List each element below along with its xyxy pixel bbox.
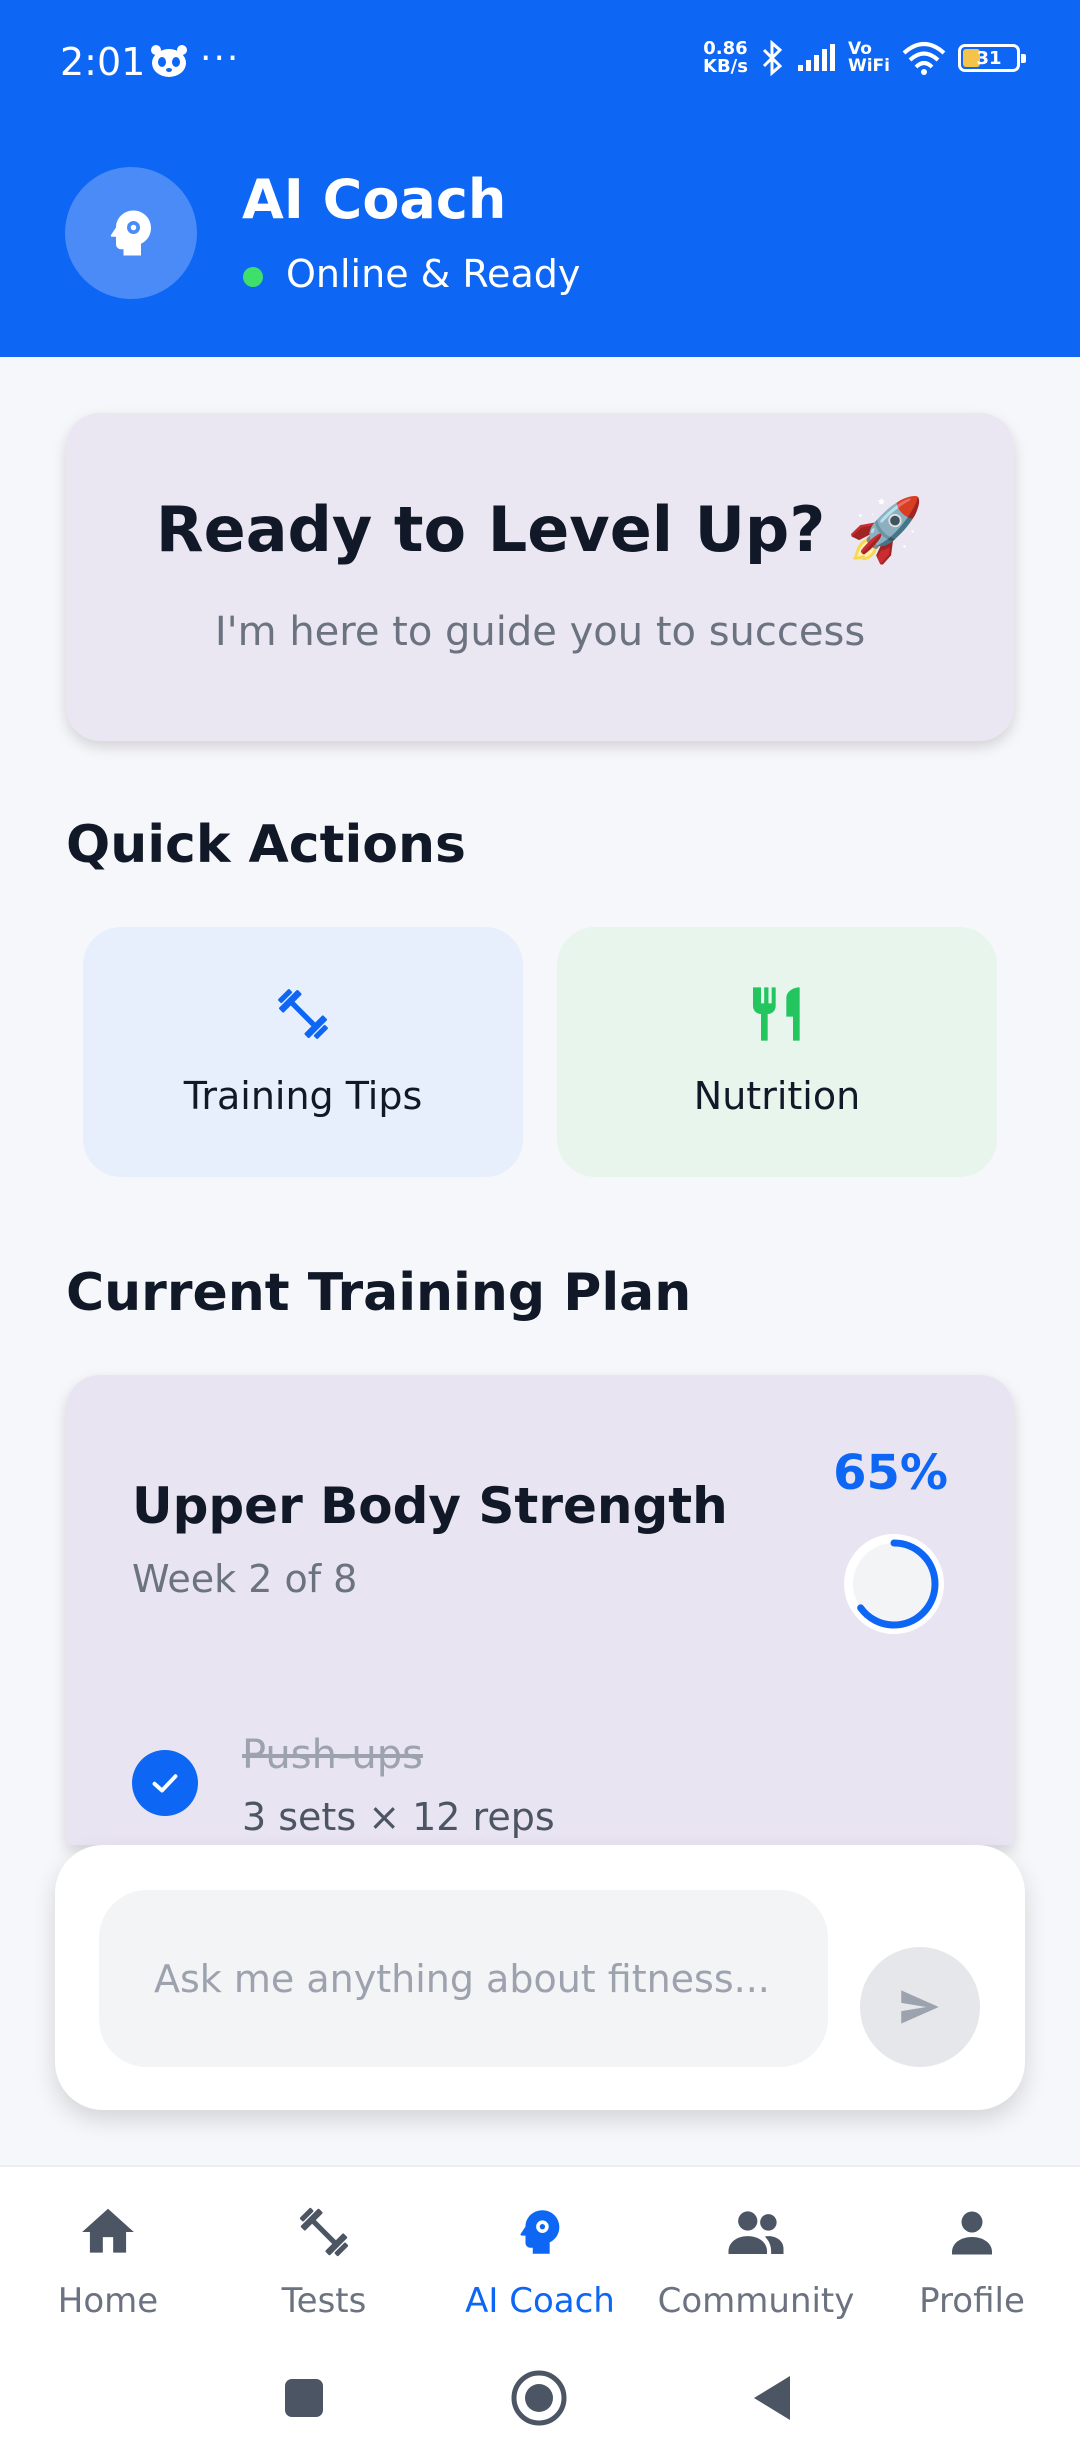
- send-button[interactable]: [860, 1947, 980, 2067]
- nav-home[interactable]: Home: [0, 2197, 216, 2321]
- home-icon: [82, 2208, 134, 2253]
- app-header: 2:01 ··· 0.86 KB/s Vo WiFi 31 AI Coach O…: [0, 0, 1080, 357]
- signal-icon: [797, 44, 835, 71]
- send-icon: [901, 1990, 939, 2024]
- brain-head-icon: [110, 210, 151, 256]
- dumbbell-icon: [299, 2207, 349, 2257]
- exercise-detail: 3 sets × 12 reps: [242, 1795, 555, 1839]
- recent-apps-button[interactable]: [283, 2377, 325, 2419]
- online-status-dot: [243, 267, 263, 287]
- back-button[interactable]: [750, 2373, 794, 2423]
- panda-notification-icon: [151, 45, 187, 77]
- status-more-dots: ···: [200, 38, 241, 79]
- checkmark-icon: [152, 1774, 178, 1793]
- chat-input-bar: [55, 1845, 1025, 2110]
- person-icon: [952, 2211, 992, 2255]
- network-speed: 0.86 KB/s: [703, 38, 748, 77]
- plan-progress-ring: [844, 1534, 944, 1634]
- page-title: AI Coach: [242, 168, 507, 231]
- battery-indicator: 31: [958, 44, 1026, 72]
- exercise-checkbox[interactable]: [132, 1750, 198, 1816]
- chat-input[interactable]: [99, 1890, 828, 2067]
- home-system-button[interactable]: [509, 2368, 569, 2428]
- status-indicators: 0.86 KB/s Vo WiFi 31: [703, 38, 1026, 77]
- vowifi-indicator: Vo WiFi: [847, 39, 890, 76]
- nav-community[interactable]: Community: [648, 2197, 864, 2321]
- dumbbell-icon: [278, 989, 328, 1039]
- wifi-icon: [902, 42, 946, 75]
- status-time: 2:01: [60, 40, 146, 84]
- welcome-title: Ready to Level Up? 🚀: [155, 493, 925, 566]
- plan-name: Upper Body Strength: [132, 1477, 728, 1535]
- nav-ai-coach[interactable]: AI Coach: [432, 2197, 648, 2321]
- nav-tests[interactable]: Tests: [216, 2197, 432, 2321]
- nutrition-label: Nutrition: [693, 1074, 861, 1118]
- online-status-text: Online & Ready: [286, 252, 581, 296]
- people-icon: [728, 2211, 784, 2254]
- quick-actions-title: Quick Actions: [66, 815, 467, 875]
- fork-knife-icon: [753, 987, 800, 1041]
- bluetooth-icon: [762, 40, 783, 76]
- welcome-subtitle: I'm here to guide you to success: [214, 609, 866, 655]
- training-tips-button[interactable]: Training Tips: [83, 927, 523, 1177]
- nutrition-button[interactable]: Nutrition: [557, 927, 997, 1177]
- nav-profile[interactable]: Profile: [864, 2197, 1080, 2321]
- welcome-card: Ready to Level Up? 🚀 I'm here to guide y…: [66, 413, 1014, 741]
- bottom-navigation: Home Tests AI Coach Community Profile: [0, 2165, 1080, 2462]
- training-plan-title: Current Training Plan: [66, 1263, 692, 1323]
- plan-progress-percent: 65%: [833, 1445, 948, 1501]
- coach-avatar: [65, 167, 197, 299]
- training-tips-label: Training Tips: [183, 1074, 423, 1118]
- brain-head-icon: [520, 2210, 560, 2254]
- training-plan-card[interactable]: Upper Body Strength Week 2 of 8 65% Push…: [66, 1375, 1014, 1845]
- exercise-name: Push-ups: [242, 1732, 423, 1778]
- plan-week: Week 2 of 8: [132, 1557, 358, 1601]
